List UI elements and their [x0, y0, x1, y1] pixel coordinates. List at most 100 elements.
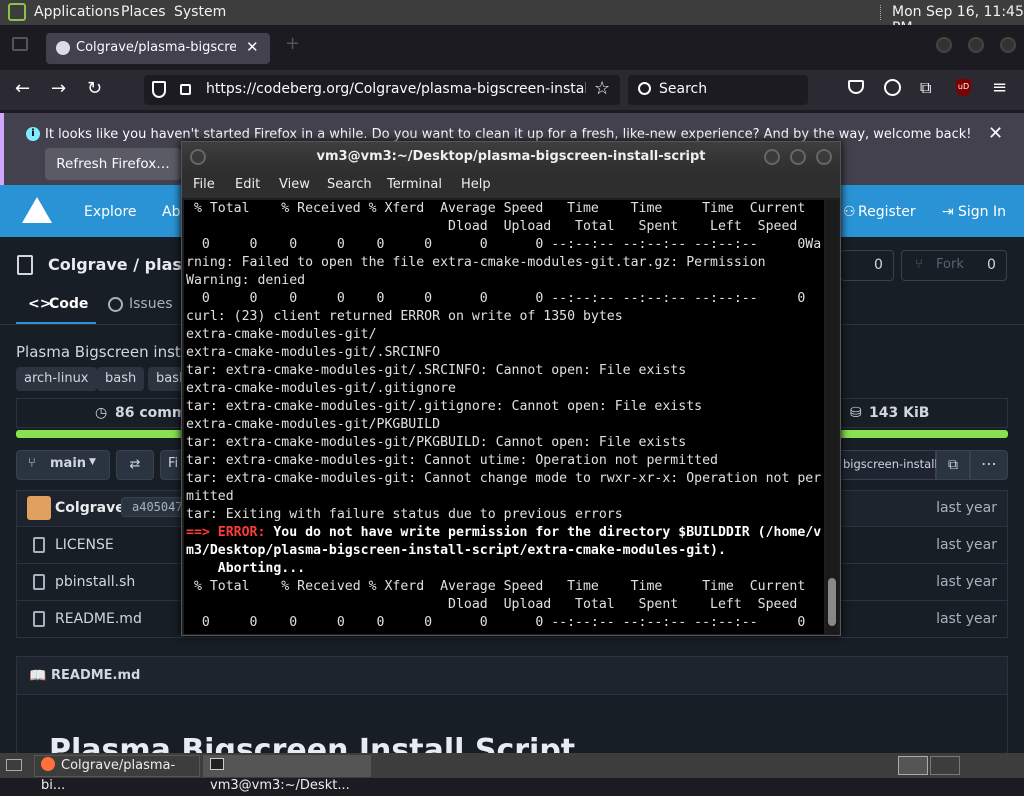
readme-header[interactable]: README.md [51, 668, 140, 683]
terminal-menu-help[interactable]: Help [461, 177, 491, 192]
compare-button[interactable]: ⇄ [116, 450, 154, 480]
tab-title: Colgrave/plasma-bigscree [76, 40, 236, 55]
repo-icon [17, 255, 33, 275]
repo-size: 143 KiB [869, 405, 930, 421]
extensions-icon[interactable]: ⧉ [920, 78, 931, 98]
account-icon[interactable] [884, 79, 901, 96]
terminal-line: tar: extra-cmake-modules-git/PKGBUILD: C… [186, 435, 687, 450]
taskbar-item-label: vm3@vm3:~/Deskt... [210, 778, 350, 793]
terminal-menu-search[interactable]: Search [327, 177, 372, 192]
browser-tab-active[interactable]: Colgrave/plasma-bigscree ✕ [46, 33, 270, 64]
code-icon: <> [28, 296, 52, 312]
nav-sign-in[interactable]: Sign In [958, 204, 1006, 220]
terminal-menu-terminal[interactable]: Terminal [387, 177, 442, 192]
search-bar[interactable]: Search [628, 75, 808, 105]
tab-code[interactable]: Code [49, 296, 88, 312]
terminal-window: vm3@vm3:~/Desktop/plasma-bigscreen-insta… [181, 141, 841, 636]
firefox-view-icon[interactable] [12, 37, 28, 51]
commit-time: last year [936, 500, 997, 516]
fork-count: 0 [987, 257, 996, 273]
nav-register[interactable]: Register [858, 204, 916, 220]
file-icon [33, 537, 45, 553]
menu-system[interactable]: System [174, 4, 226, 20]
menu-places[interactable]: Places [121, 4, 166, 20]
user-plus-icon: ⚇ [843, 204, 856, 220]
refresh-firefox-button[interactable]: Refresh Firefox… [45, 148, 181, 180]
workspace-switcher[interactable] [898, 756, 928, 775]
shield-icon[interactable] [152, 81, 166, 98]
file-name[interactable]: LICENSE [55, 537, 114, 553]
error-text-1: You do not have write permission for the… [265, 525, 822, 540]
terminal-output[interactable]: % Total % Received % Xferd Average Speed… [184, 200, 824, 634]
avatar[interactable] [27, 496, 51, 520]
url-text[interactable]: https://codeberg.org/Colgrave/plasma-big… [206, 81, 586, 97]
clone-url-text[interactable]: bigscreen-install- [843, 457, 942, 471]
lock-icon[interactable] [180, 84, 191, 95]
branch-icon: ⑂ [28, 456, 36, 471]
terminal-line: % Total % Received % Xferd Average Speed… [186, 579, 806, 594]
app-menu-icon[interactable]: ≡ [992, 77, 1007, 98]
terminal-menubar: File Edit View Search Terminal Help [182, 172, 840, 198]
topic-tag[interactable]: bash [97, 367, 145, 391]
sign-in-icon: ⇥ [942, 204, 954, 220]
terminal-line: extra-cmake-modules-git/.gitignore [186, 381, 456, 396]
tab-issues[interactable]: Issues [129, 296, 173, 312]
back-icon[interactable]: ← [15, 78, 30, 99]
terminal-line: tar: extra-cmake-modules-git/.SRCINFO: C… [186, 363, 687, 378]
aborting-text: Aborting... [186, 561, 306, 576]
codeberg-logo-icon[interactable] [22, 197, 52, 223]
window-close-icon[interactable] [1000, 37, 1016, 53]
commit-author[interactable]: Colgrave [55, 500, 125, 516]
topic-tag[interactable]: arch-linux [16, 367, 97, 391]
reload-icon[interactable]: ↻ [87, 78, 102, 99]
url-bar[interactable]: https://codeberg.org/Colgrave/plasma-big… [144, 75, 620, 105]
terminal-titlebar[interactable]: vm3@vm3:~/Desktop/plasma-bigscreen-insta… [182, 142, 840, 172]
taskbar-item-terminal[interactable]: vm3@vm3:~/Deskt... [203, 755, 371, 793]
show-desktop-icon[interactable] [6, 759, 22, 771]
notification-close-icon[interactable]: ✕ [988, 123, 1003, 144]
terminal-line: Dload Upload Total Spent Left Speed [186, 597, 798, 612]
more-options-icon[interactable]: ⋯ [970, 450, 1008, 480]
panel-logo-icon[interactable] [8, 3, 26, 21]
bookmark-star-icon[interactable]: ☆ [594, 78, 610, 99]
terminal-menu-icon[interactable] [190, 149, 206, 165]
new-tab-icon[interactable]: + [285, 33, 300, 54]
forward-icon[interactable]: → [51, 78, 66, 99]
terminal-menu-edit[interactable]: Edit [235, 177, 260, 192]
terminal-close-icon[interactable] [816, 149, 832, 165]
terminal-maximize-icon[interactable] [790, 149, 806, 165]
terminal-scroll-thumb[interactable] [828, 578, 836, 626]
taskbar-item-label: Colgrave/plasma-bi... [41, 758, 176, 793]
terminal-menu-view[interactable]: View [279, 177, 310, 192]
window-minimize-icon[interactable] [936, 37, 952, 53]
ublock-icon[interactable]: uD [956, 79, 971, 96]
terminal-line: tar: extra-cmake-modules-git/.gitignore:… [186, 399, 703, 414]
file-icon [33, 611, 45, 627]
nav-explore[interactable]: Explore [84, 204, 137, 220]
star-button[interactable] [840, 250, 894, 281]
window-maximize-icon[interactable] [968, 37, 984, 53]
copy-icon[interactable]: ⧉ [936, 450, 970, 480]
terminal-menu-file[interactable]: File [193, 177, 215, 192]
terminal-line: extra-cmake-modules-git/PKGBUILD [186, 417, 441, 432]
workspace-switcher-2[interactable] [930, 756, 960, 775]
terminal-line: rning: Failed to open the file extra-cma… [186, 255, 766, 270]
menu-applications[interactable]: Applications [34, 4, 120, 20]
file-time: last year [936, 611, 997, 627]
repo-description: Plasma Bigscreen insta [16, 343, 190, 361]
file-name[interactable]: README.md [55, 611, 142, 627]
pocket-icon[interactable] [848, 80, 864, 94]
file-name[interactable]: pbinstall.sh [55, 574, 135, 590]
terminal-minimize-icon[interactable] [764, 149, 780, 165]
terminal-line: 0 0 0 0 0 0 0 0 --:--:-- --:--:-- --:--:… [186, 615, 806, 630]
terminal-scrollbar[interactable] [826, 200, 838, 634]
error-text-2: m3/Desktop/plasma-bigscreen-install-scri… [186, 543, 726, 558]
terminal-error-line: ==> ERROR: You do not have write permiss… [186, 524, 824, 542]
fork-label: Fork [936, 257, 964, 272]
terminal-icon [210, 758, 224, 770]
readme-box: 📖 README.md Plasma Bigscreen Install Scr… [16, 656, 1008, 768]
tab-close-icon[interactable]: ✕ [246, 38, 259, 56]
taskbar-item-firefox[interactable]: Colgrave/plasma-bi... [34, 755, 200, 793]
terminal-line: extra-cmake-modules-git/.SRCINFO [186, 345, 441, 360]
issues-icon [108, 297, 123, 312]
